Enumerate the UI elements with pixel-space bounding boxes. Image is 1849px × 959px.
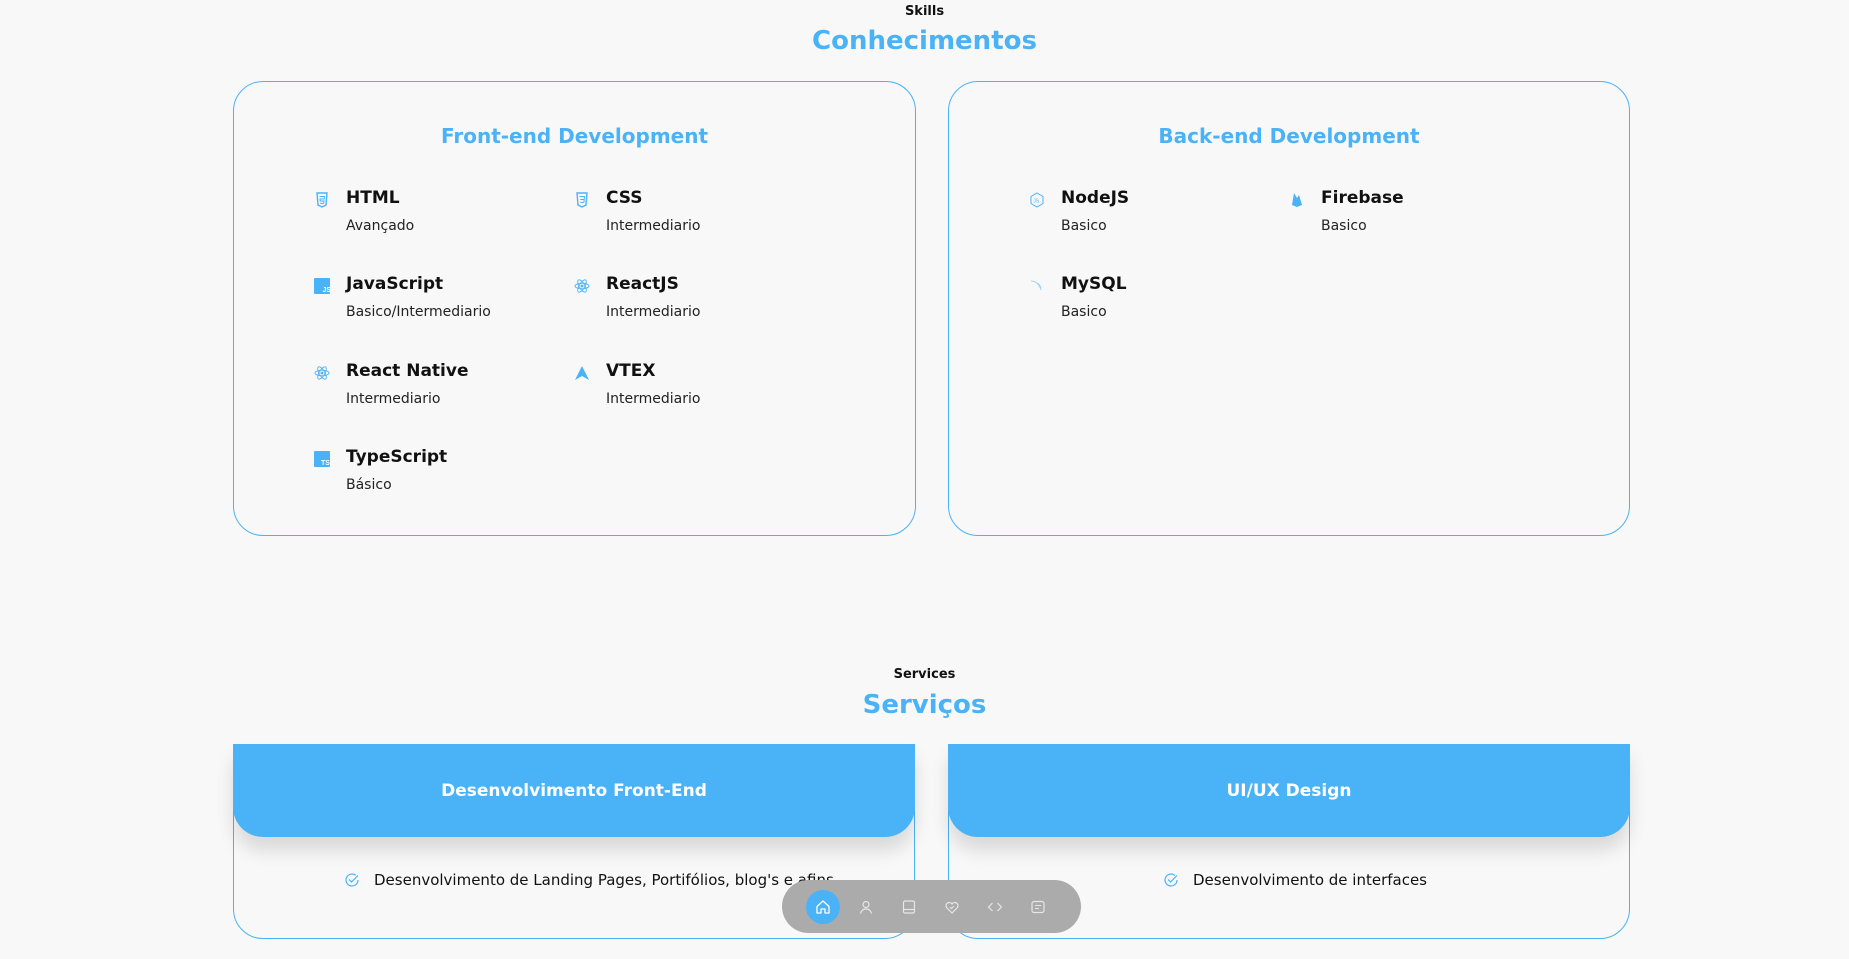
bottom-nav-dock [782, 880, 1081, 933]
service-list-item: Desenvolvimento de Landing Pages, Portif… [344, 871, 834, 889]
service-list-item: Desenvolvimento de interfaces [1163, 871, 1427, 889]
svg-text:JS: JS [323, 287, 331, 294]
css3-icon [574, 192, 590, 208]
javascript-icon: JS [314, 278, 330, 294]
skill-level: Intermediario [606, 304, 701, 320]
service-item-text: Desenvolvimento de interfaces [1193, 871, 1428, 889]
code-icon [987, 902, 1003, 912]
backend-card-title: Back-end Development [1158, 124, 1420, 148]
skill-level: Basico/Intermediario [346, 304, 491, 320]
nav-portfolio-button[interactable] [978, 890, 1012, 924]
skill-item-reactjs: ReactJS Intermediario [574, 274, 814, 334]
mysql-icon [1029, 278, 1045, 294]
check-circle-icon [1164, 873, 1178, 887]
service-item-text: Desenvolvimento de Landing Pages, Portif… [374, 871, 834, 889]
skill-name: JavaScript [346, 274, 444, 294]
skill-level: Intermediario [606, 218, 701, 234]
typescript-icon: TS [314, 451, 330, 467]
message-icon [1031, 900, 1045, 914]
vtex-icon [574, 365, 590, 381]
skill-item-javascript: JS JavaScript Basico/Intermediario [314, 274, 554, 334]
skill-item-firebase: Firebase Basico [1289, 188, 1529, 248]
skill-name: CSS [606, 188, 643, 208]
nav-contact-button[interactable] [1021, 890, 1055, 924]
nodejs-icon: JS [1029, 192, 1045, 208]
backend-card: Back-end Development JS NodeJS Basico Fi… [948, 81, 1630, 536]
skill-level: Intermediario [606, 391, 701, 407]
skill-name: ReactJS [606, 274, 679, 294]
heart-handshake-icon [945, 901, 959, 914]
skills-title: Conhecimentos [812, 26, 1037, 56]
skill-item-react-native: React Native Intermediario [314, 361, 554, 421]
skill-name: TypeScript [346, 447, 448, 467]
skill-level: Basico [1061, 218, 1107, 234]
skill-name: Firebase [1321, 188, 1404, 208]
skill-name: MySQL [1061, 274, 1127, 294]
html5-icon [314, 192, 330, 208]
skill-name: NodeJS [1061, 188, 1130, 208]
frontend-card: Front-end Development HTML Avançado CSS … [233, 81, 916, 536]
skill-level: Avançado [346, 218, 415, 234]
skill-level: Basico [1061, 304, 1107, 320]
services-subtitle: Services [893, 667, 956, 682]
home-icon [816, 900, 830, 914]
skills-subtitle: Skills [904, 4, 945, 19]
skill-item-html: HTML Avançado [314, 188, 554, 248]
svg-text:JS: JS [1033, 199, 1040, 205]
skill-item-nodejs: JS NodeJS Basico [1029, 188, 1269, 248]
skill-name: HTML [346, 188, 400, 208]
react-icon [314, 365, 330, 381]
skill-level: Básico [346, 477, 392, 493]
skill-item-css: CSS Intermediario [574, 188, 814, 248]
services-title: Serviços [862, 690, 987, 720]
svg-text:TS: TS [321, 460, 330, 467]
check-circle-icon [345, 873, 359, 887]
nav-skills-button[interactable] [892, 890, 926, 924]
nav-home-button[interactable] [806, 890, 840, 924]
service-card-header: Desenvolvimento Front-End [233, 744, 915, 837]
user-icon [859, 900, 873, 914]
skill-item-typescript: TS TypeScript Básico [314, 447, 554, 507]
skill-level: Basico [1321, 218, 1367, 234]
firebase-icon [1289, 192, 1305, 208]
service-card-header: UI/UX Design [948, 744, 1630, 837]
nav-about-button[interactable] [849, 890, 883, 924]
skill-level: Intermediario [346, 391, 441, 407]
skill-item-mysql: MySQL Basico [1029, 274, 1269, 334]
nav-services-button[interactable] [935, 890, 969, 924]
react-icon [574, 278, 590, 294]
book-icon [902, 900, 916, 914]
skill-item-vtex: VTEX Intermediario [574, 361, 814, 421]
frontend-card-title: Front-end Development [440, 124, 709, 148]
skill-name: VTEX [606, 361, 656, 381]
skill-name: React Native [346, 361, 469, 381]
